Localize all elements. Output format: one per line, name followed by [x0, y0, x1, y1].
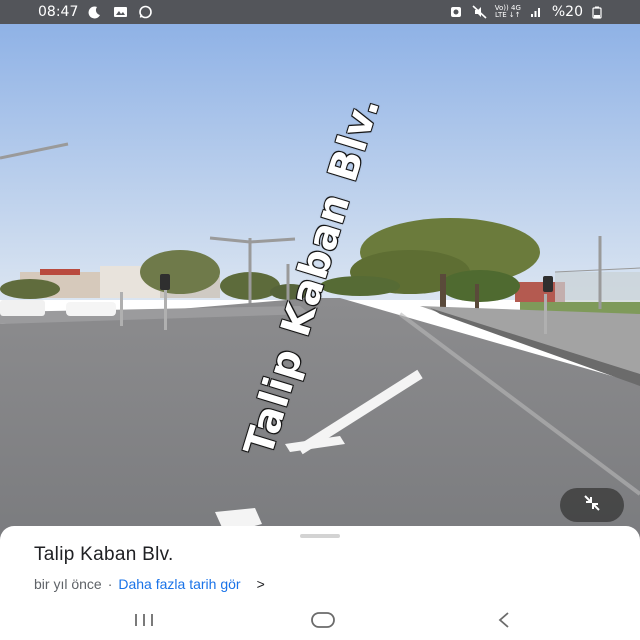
- mute-icon: [472, 5, 487, 19]
- capture-date-row: bir yıl önce · Daha fazla tarih gör >: [34, 576, 265, 592]
- signal-icon: [529, 5, 544, 19]
- status-bar: 08:47 Vo)) 4G LTE ↓↑ %20: [0, 0, 640, 24]
- more-dates-link[interactable]: Daha fazla tarih gör: [118, 576, 240, 592]
- moon-icon: [88, 5, 103, 19]
- system-nav-bar: [0, 600, 640, 640]
- home-button[interactable]: [308, 610, 338, 630]
- status-bar-right: Vo)) 4G LTE ↓↑ %20: [449, 4, 606, 20]
- network-icon: Vo)) 4G LTE ↓↑: [495, 5, 521, 19]
- exit-fullscreen-button[interactable]: [560, 488, 624, 522]
- chevron-right-icon[interactable]: >: [257, 576, 265, 592]
- place-title: Talip Kaban Blv.: [34, 544, 174, 565]
- alarm-icon: [449, 5, 464, 19]
- battery-level: %20: [551, 4, 583, 20]
- image-icon: [113, 5, 128, 19]
- drag-handle[interactable]: [300, 534, 340, 538]
- network-type-bottom: LTE ↓↑: [495, 11, 521, 19]
- battery-icon: [591, 5, 606, 19]
- clock: 08:47: [38, 4, 79, 20]
- whatsapp-icon: [138, 5, 153, 19]
- status-bar-left: 08:47: [38, 4, 153, 20]
- recents-icon: [135, 614, 153, 626]
- exit-fullscreen-icon: [581, 492, 603, 519]
- back-icon: [498, 612, 509, 628]
- capture-date: bir yıl önce: [34, 576, 102, 592]
- street-view-panorama[interactable]: Talip Kaban Blv.: [0, 24, 640, 550]
- back-button[interactable]: [492, 610, 516, 630]
- home-icon: [311, 612, 335, 628]
- separator: ·: [107, 576, 113, 592]
- recents-button[interactable]: [130, 610, 158, 630]
